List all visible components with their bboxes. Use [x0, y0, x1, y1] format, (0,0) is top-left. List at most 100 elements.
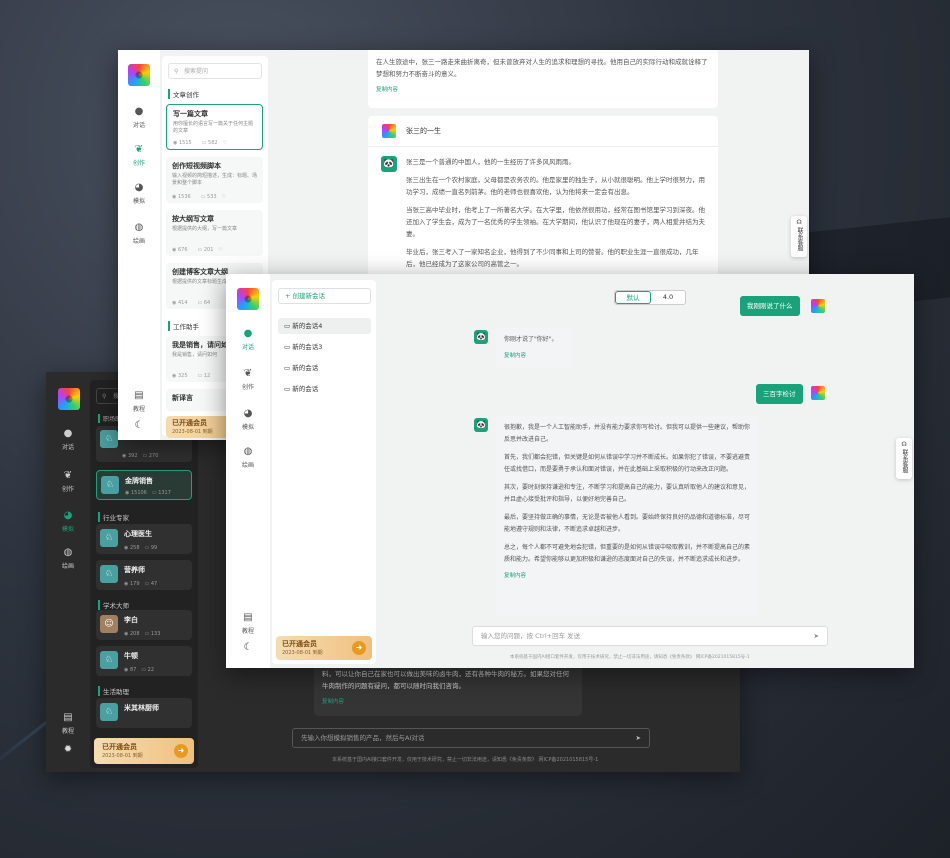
section-industry: 行业专家	[98, 512, 129, 522]
nav-create[interactable]: ❦ 创作	[228, 368, 268, 391]
nav-tutorial[interactable]: ▤ 教程	[119, 390, 159, 413]
dark-chat-bubble: 料，可以让你自己在家也可以做出美味的卤牛肉，还有各种牛肉的秘方。如果您对任何牛肉…	[314, 662, 582, 716]
dark-card-gold-sales[interactable]: ♘ 金牌销售 ◉ 15106 ▭ 1317	[96, 470, 192, 500]
avatar: ♘	[100, 651, 118, 669]
chat-bubble-icon: ▭	[284, 343, 291, 351]
nav-chat[interactable]: ● 对话	[48, 428, 88, 451]
app-logo	[128, 64, 150, 86]
dark-footer: 本系统基于国内AI接口套件开发，仅用于技术研究，禁止一切非法用途，请知悉《免责条…	[332, 757, 599, 763]
dark-card-nutritionist[interactable]: ♘ 营养师 ◉ 179 ▭ 47	[96, 560, 192, 590]
card-stats: ◉ 676 ▭ 201 ♡	[172, 247, 223, 253]
avatar: ♘	[100, 430, 118, 448]
model-tab-default[interactable]: 默认	[615, 291, 651, 304]
nav-paint[interactable]: ◍ 绘画	[228, 446, 268, 469]
nav-create[interactable]: ❦ 创作	[48, 470, 88, 493]
contact-support[interactable]: ☊ 联系客服	[791, 216, 807, 257]
contact-support[interactable]: ☊ 联系客服	[896, 438, 912, 479]
model-tab-4[interactable]: 4.0	[651, 291, 685, 304]
nav-simulate[interactable]: ◕ 模拟	[48, 510, 88, 533]
ai-message: 很抱歉，我是一个人工智能助手，并没有能力要求你写检讨。但我可以提供一些建议，帮助…	[496, 416, 758, 616]
theme-toggle[interactable]: ☾	[228, 642, 268, 656]
vip-arrow-icon: ➜	[352, 641, 366, 655]
light-card-outline-article[interactable]: 按大纲写文章 根据提供的大纲，写一篇文章 ◉ 676 ▭ 201 ♡	[166, 210, 263, 256]
user-message: 三百字检讨	[756, 384, 803, 404]
book-icon: ▤	[134, 390, 144, 401]
leaf-icon: ❦	[134, 144, 144, 155]
views: ◉ 392 ▭ 270	[122, 453, 159, 459]
chat-icon: ●	[134, 106, 144, 117]
nav-tutorial[interactable]: ▤ 教程	[48, 712, 88, 735]
dark-card-newton[interactable]: ♘ 牛顿 ◉ 87 ▭ 22	[96, 646, 192, 676]
session-item[interactable]: ▭ 新的会话	[278, 381, 371, 397]
card-stats: ◉ 1515 ▭ 582 ♡	[173, 140, 228, 146]
send-icon[interactable]: ➤	[814, 627, 819, 646]
nav-chat[interactable]: ● 对话	[119, 106, 159, 129]
light-msg-top: 在人生旅途中，张三一路走来曲折离奇，但未曾放弃对人生的追求和理想的寻找。他用自己…	[368, 50, 718, 108]
avatar: ♘	[100, 703, 118, 721]
nav-simulate[interactable]: ◕ 模拟	[228, 408, 268, 431]
avatar: ☺	[100, 615, 118, 633]
session-item[interactable]: ▭ 新的会话4	[278, 318, 371, 334]
vip-arrow-icon: ➜	[174, 744, 188, 758]
user-avatar	[811, 386, 825, 400]
card-stats: ◉ 87 ▭ 22	[124, 667, 155, 673]
ai-avatar: 🐼	[474, 330, 488, 344]
light-card-write-article[interactable]: 写一篇文章 用你擅长的语言写一篇关于任何主题的文章 ◉ 1515 ▭ 582 ♡	[166, 104, 263, 150]
mask-icon: ◕	[243, 408, 253, 419]
search-icon: ⚲	[102, 393, 107, 400]
section-academic: 学术大师	[98, 600, 129, 610]
user-message-title: 张三的一生	[406, 127, 441, 135]
light-card-video-script[interactable]: 创作短视频脚本 输入视频的简短描述，生成：标题、场景和整个脚本 ◉ 1536 ▭…	[166, 157, 263, 203]
section-life: 生活助理	[98, 686, 129, 696]
sun-icon: ✹	[63, 744, 73, 755]
app-logo	[58, 388, 80, 410]
chat-icon: ●	[243, 328, 253, 339]
search-box[interactable]: ⚲ 搜索提问	[168, 63, 262, 79]
chat-input[interactable]: 输入您的问题，按 Ctrl+回车 发送 ➤	[472, 626, 828, 646]
dark-card-psychologist[interactable]: ♘ 心理医生 ◉ 258 ▭ 99	[96, 524, 192, 554]
front-window: ● 对话 ❦ 创作 ◕ 模拟 ◍ 绘画 ▤ 教程 ☾ + 创建新会话 ▭ 新的会话4 ▭ …	[226, 274, 914, 668]
avatar: ♘	[100, 565, 118, 583]
app-logo	[237, 288, 259, 310]
leaf-icon: ❦	[63, 470, 73, 481]
chat-bubble-icon: ▭	[284, 364, 291, 372]
theme-toggle[interactable]: ☾	[119, 420, 159, 434]
model-switch: 默认 4.0	[614, 290, 686, 305]
nav-paint[interactable]: ◍ 绘画	[48, 547, 88, 570]
section-writing: 文章创作	[168, 89, 199, 99]
session-item[interactable]: ▭ 新的会话	[278, 360, 371, 376]
leaf-icon: ❦	[243, 368, 253, 379]
session-item[interactable]: ▭ 新的会话3	[278, 339, 371, 355]
vip-banner[interactable]: 已开通会员 2023-08-01 到期 ➜	[94, 738, 194, 764]
front-footer: 本系统基于国内AI接口套件开发，仅用于技术研究，禁止一切非法用途，请知悉《免责条…	[510, 655, 750, 660]
card-stats: ◉ 179 ▭ 47	[124, 581, 158, 587]
chat-bubble-icon: ▭	[284, 385, 291, 393]
session-panel	[272, 280, 376, 664]
user-avatar	[382, 124, 396, 138]
nav-simulate[interactable]: ◕ 模拟	[119, 182, 159, 205]
theme-toggle[interactable]: ✹	[48, 744, 88, 758]
dark-card-libai[interactable]: ☺ 李白 ◉ 208 ▭ 133	[96, 610, 192, 640]
avatar: ♘	[101, 476, 119, 494]
copy-link[interactable]: 复制内容	[504, 350, 564, 362]
card-stats: ◉ 208 ▭ 133	[124, 631, 161, 637]
new-chat-button[interactable]: + 创建新会话	[278, 288, 371, 304]
send-icon[interactable]: ➤	[636, 729, 641, 748]
copy-link[interactable]: 复制内容	[376, 84, 710, 96]
nav-paint[interactable]: ◍ 绘画	[119, 222, 159, 245]
divider	[368, 146, 718, 147]
nav-create[interactable]: ❦ 创作	[119, 144, 159, 167]
card-stats: ◉ 414 ▭ 64	[172, 300, 211, 306]
copy-link[interactable]: 复制内容	[322, 696, 574, 708]
vip-banner[interactable]: 已开通会员 2023-08-01 到期 ➜	[276, 636, 372, 660]
headset-icon: ☊	[901, 441, 907, 448]
copy-link[interactable]: 复制内容	[504, 570, 750, 582]
dark-chat-input[interactable]: 先输入你想模拟销售的产品，然后与AI对话 ➤	[292, 728, 650, 748]
card-stats: ◉ 1536 ▭ 533 ♡	[172, 194, 227, 200]
user-message: 我刚刚说了什么	[740, 296, 800, 316]
nav-chat[interactable]: ● 对话	[228, 328, 268, 351]
nav-tutorial[interactable]: ▤ 教程	[228, 612, 268, 635]
dark-card-chef[interactable]: ♘ 米其林厨师	[96, 698, 192, 728]
avatar: ♘	[100, 529, 118, 547]
user-avatar	[811, 299, 825, 313]
